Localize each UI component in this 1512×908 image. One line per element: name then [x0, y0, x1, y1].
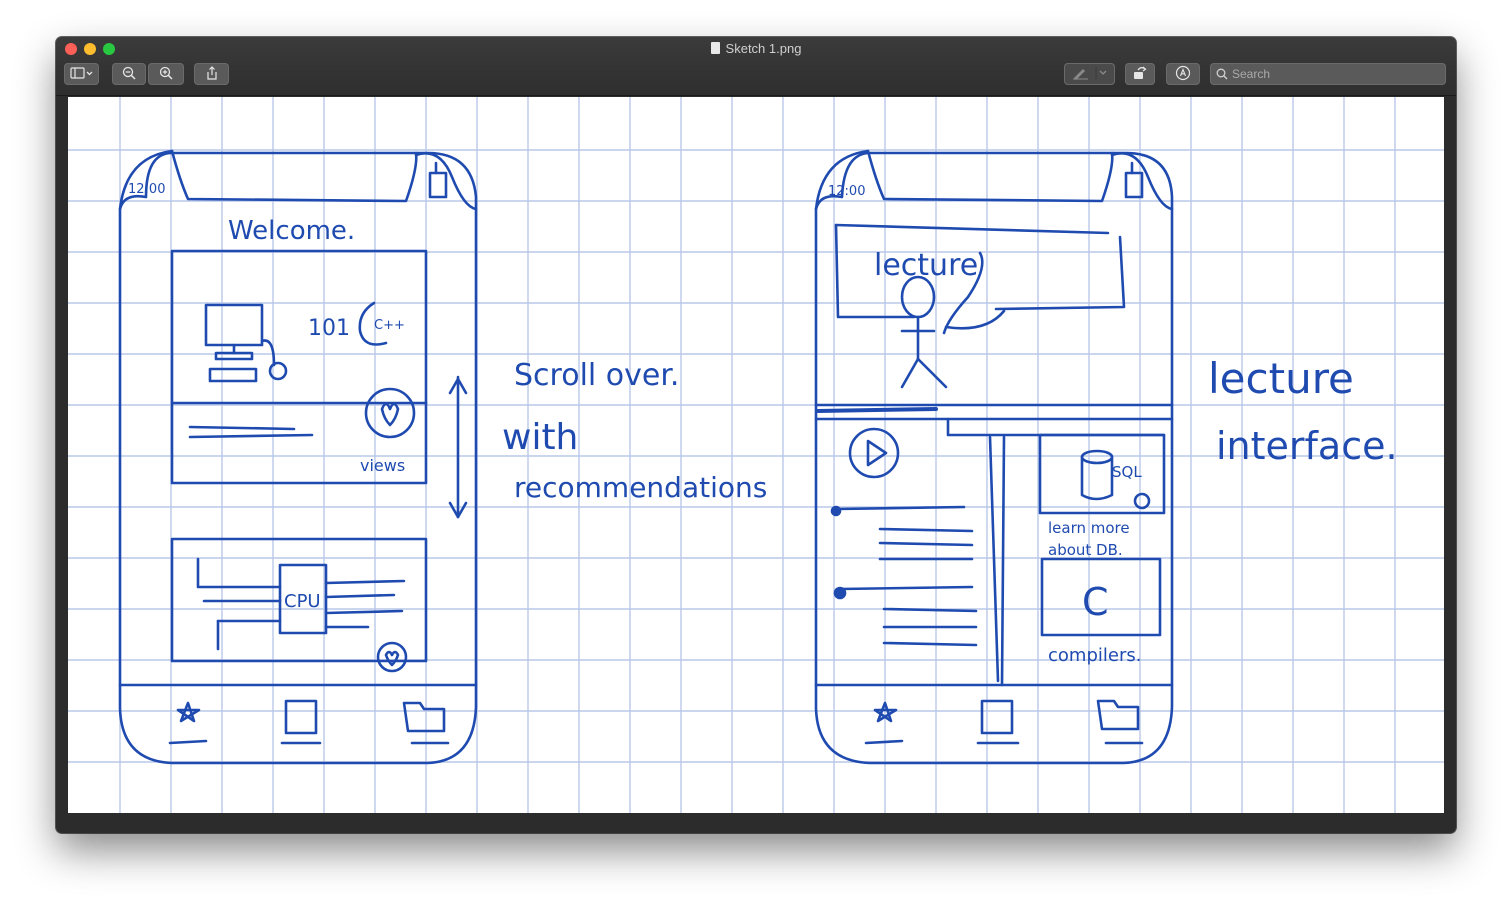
sketch-image: 12:00 Welcome. 101 C++ views CPU Scroll … — [68, 97, 1444, 813]
note-with: with — [502, 417, 578, 458]
document-icon — [710, 42, 720, 54]
note-scroll-over: Scroll over. — [514, 358, 679, 393]
window-title: Sketch 1.png — [725, 41, 802, 56]
course-code-text: 101 — [308, 316, 350, 341]
rotate-icon — [1132, 66, 1148, 83]
welcome-text: Welcome. — [228, 216, 355, 246]
markup-icon — [1175, 65, 1191, 84]
sql-text: SQL — [1112, 463, 1142, 481]
share-icon — [205, 65, 219, 83]
learn-more-text: learn more — [1048, 519, 1130, 537]
zoom-out-icon — [122, 66, 136, 83]
markup-toolbar-button[interactable] — [1166, 63, 1200, 85]
cpu-text: CPU — [284, 591, 321, 612]
course-lang-text: C++ — [374, 318, 405, 333]
about-db-text: about DB. — [1048, 541, 1123, 559]
compilers-text: compilers. — [1048, 645, 1141, 666]
pen-icon — [1070, 66, 1110, 83]
right-phone-sketch — [814, 149, 1174, 765]
right-phone-text: 12:00 lecture SQL learn more about DB. C… — [828, 184, 1142, 666]
image-canvas: 12:00 Welcome. 101 C++ views CPU Scroll … — [68, 97, 1444, 813]
zoom-out-button[interactable] — [112, 63, 146, 85]
sidebar-toggle-button[interactable] — [64, 63, 99, 85]
zoom-in-icon — [159, 66, 173, 83]
search-input[interactable] — [1228, 67, 1432, 81]
markup-pen-button[interactable] — [1064, 63, 1115, 85]
preview-window: Sketch 1.png Search 12:00 Welcome. 101 C… — [56, 37, 1456, 833]
left-annotation: Scroll over. with recommendations — [502, 358, 767, 504]
sidebar-icon — [69, 66, 94, 82]
window-title-wrap: Sketch 1.png — [56, 41, 1456, 57]
views-text: views — [360, 456, 405, 475]
left-phone-time: 12:00 — [128, 182, 165, 197]
c-language-text: C — [1082, 580, 1109, 624]
search-icon — [1216, 68, 1228, 80]
rotate-button[interactable] — [1125, 63, 1155, 85]
left-phone-text: 12:00 Welcome. 101 C++ views CPU — [128, 182, 405, 612]
right-annotation: lecture interface. — [1208, 354, 1398, 468]
note-lecture: lecture — [1208, 354, 1354, 403]
zoom-in-button[interactable] — [148, 63, 184, 85]
share-button[interactable] — [194, 63, 229, 85]
lecture-banner-text: lecture — [874, 248, 978, 283]
note-interface: interface. — [1216, 424, 1398, 468]
right-phone-time: 12:00 — [828, 184, 865, 199]
note-recommendations: recommendations — [514, 471, 767, 504]
title-bar: Sketch 1.png — [56, 37, 1456, 96]
search-field[interactable] — [1210, 63, 1446, 85]
